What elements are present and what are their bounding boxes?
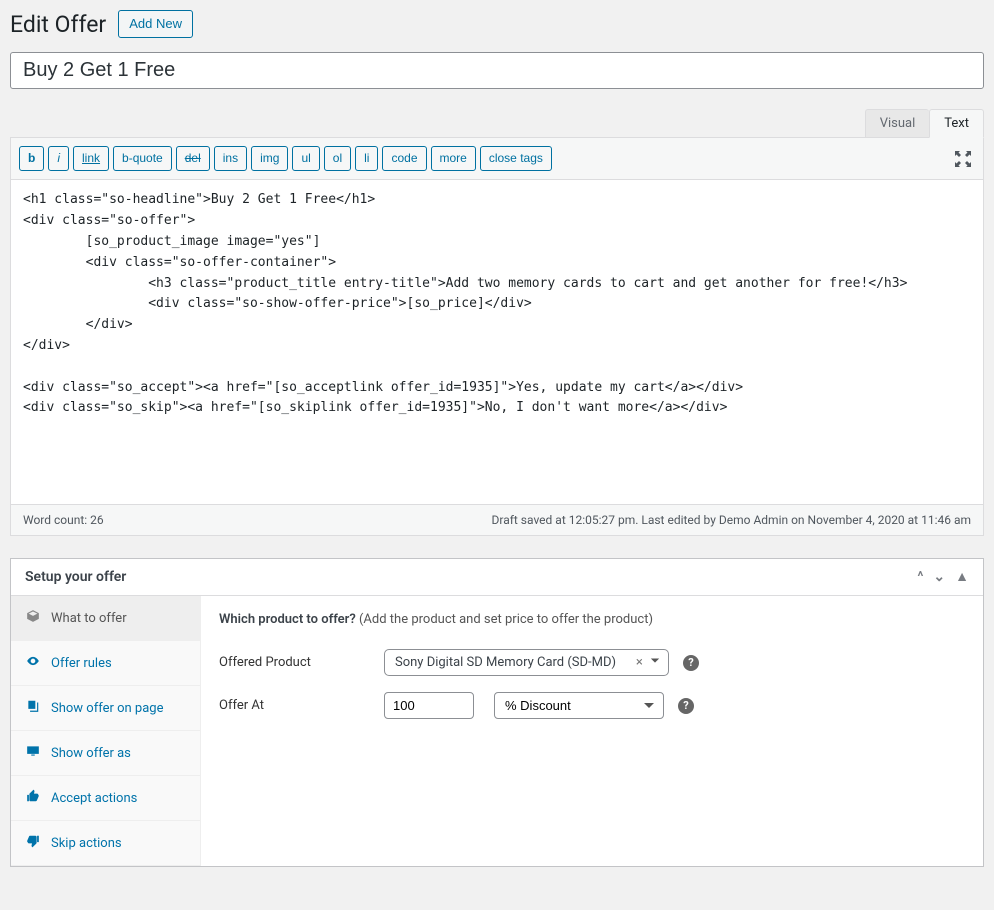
qt-bquote-button[interactable]: b-quote xyxy=(113,146,172,171)
quicktags-toolbar: b i link b-quote del ins img ul ol li co… xyxy=(11,138,983,180)
add-new-button[interactable]: Add New xyxy=(118,10,193,38)
tab-visual[interactable]: Visual xyxy=(865,109,930,138)
metabox-move-down-icon[interactable]: ⌄ xyxy=(933,570,945,584)
nav-accept-actions[interactable]: Accept actions xyxy=(11,776,200,821)
panel-heading: Which product to offer? xyxy=(219,612,356,627)
offer-at-input[interactable] xyxy=(384,692,474,719)
help-tip-icon[interactable]: ? xyxy=(678,698,694,714)
word-count: Word count: 26 xyxy=(23,513,104,527)
nav-what-to-offer[interactable]: What to offer xyxy=(11,596,200,641)
page-icon xyxy=(25,699,41,717)
thumbs-down-icon xyxy=(25,834,41,852)
discount-type-select[interactable]: % Discount xyxy=(494,692,664,719)
clear-selection-icon[interactable]: × xyxy=(636,655,643,670)
qt-ul-button[interactable]: ul xyxy=(292,146,319,171)
offered-product-label: Offered Product xyxy=(219,655,384,670)
post-title-input[interactable] xyxy=(10,52,984,89)
eye-icon xyxy=(25,654,41,672)
help-tip-icon[interactable]: ? xyxy=(683,655,699,671)
qt-img-button[interactable]: img xyxy=(251,146,288,171)
metabox-move-up-icon[interactable]: ^ xyxy=(917,570,923,584)
editor-status-bar: Word count: 26 Draft saved at 12:05:27 p… xyxy=(11,504,983,535)
nav-label: What to offer xyxy=(51,611,127,626)
nav-label: Offer rules xyxy=(51,656,112,671)
nav-label: Show offer as xyxy=(51,746,131,761)
qt-ol-button[interactable]: ol xyxy=(324,146,351,171)
qt-ins-button[interactable]: ins xyxy=(214,146,247,171)
nav-label: Show offer on page xyxy=(51,701,164,716)
metabox-toggle-icon[interactable]: ▲ xyxy=(955,570,969,584)
qt-li-button[interactable]: li xyxy=(355,146,378,171)
thumbs-up-icon xyxy=(25,789,41,807)
nav-label: Skip actions xyxy=(51,836,122,851)
editor-mode-tabs: Visual Text xyxy=(10,109,984,138)
monitor-icon xyxy=(25,744,41,762)
qt-more-button[interactable]: more xyxy=(431,146,476,171)
box-icon xyxy=(25,609,41,627)
nav-offer-rules[interactable]: Offer rules xyxy=(11,641,200,686)
offer-setup-nav: What to offer Offer rules Show offer on … xyxy=(11,596,201,866)
chevron-down-icon[interactable] xyxy=(650,655,660,670)
qt-code-button[interactable]: code xyxy=(382,146,426,171)
offered-product-select[interactable]: Sony Digital SD Memory Card (SD-MD) × xyxy=(384,649,669,676)
qt-bold-button[interactable]: b xyxy=(19,146,44,171)
offer-at-label: Offer At xyxy=(219,698,384,713)
editor-box: b i link b-quote del ins img ul ol li co… xyxy=(10,137,984,536)
panel-subheading: (Add the product and set price to offer … xyxy=(359,612,653,627)
draft-status: Draft saved at 12:05:27 pm. Last edited … xyxy=(492,513,972,527)
qt-del-button[interactable]: del xyxy=(176,146,210,171)
qt-closetags-button[interactable]: close tags xyxy=(480,146,552,171)
content-editor-textarea[interactable] xyxy=(11,180,983,500)
nav-show-on-page[interactable]: Show offer on page xyxy=(11,686,200,731)
qt-italic-button[interactable]: i xyxy=(48,146,69,171)
metabox-title: Setup your offer xyxy=(25,569,126,585)
setup-offer-metabox: Setup your offer ^ ⌄ ▲ What to offer Off… xyxy=(10,558,984,867)
qt-link-button[interactable]: link xyxy=(73,146,109,171)
fullscreen-icon[interactable] xyxy=(955,151,971,167)
tab-text[interactable]: Text xyxy=(929,109,984,138)
page-title: Edit Offer xyxy=(10,11,106,38)
nav-label: Accept actions xyxy=(51,791,137,806)
nav-skip-actions[interactable]: Skip actions xyxy=(11,821,200,866)
offered-product-value: Sony Digital SD Memory Card (SD-MD) xyxy=(395,655,616,670)
nav-show-as[interactable]: Show offer as xyxy=(11,731,200,776)
